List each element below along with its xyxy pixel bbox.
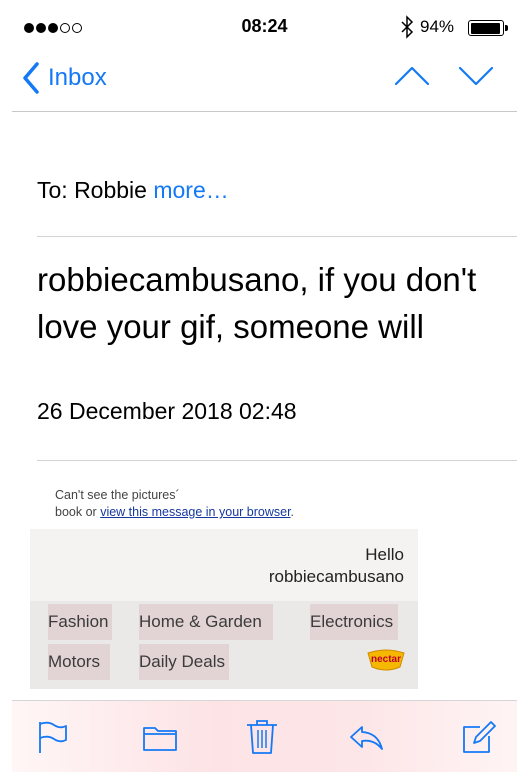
flag-icon[interactable] bbox=[36, 719, 72, 755]
reply-icon[interactable] bbox=[348, 719, 384, 755]
nectar-label: nectar bbox=[371, 654, 401, 665]
cant-see-line2-prefix: book or bbox=[55, 505, 97, 519]
folder-icon[interactable] bbox=[142, 719, 178, 755]
back-label: Inbox bbox=[48, 64, 107, 91]
category-label: Home & Garden bbox=[139, 612, 262, 631]
category-home-garden-link[interactable]: Home & Garden bbox=[139, 604, 273, 640]
next-message-chevron-down-icon[interactable] bbox=[458, 64, 494, 88]
battery-percent: 94% bbox=[420, 17, 455, 36]
greeting-box: Hello robbiecambusano bbox=[30, 529, 418, 601]
bottom-toolbar bbox=[12, 700, 517, 772]
category-motors-link[interactable]: Motors bbox=[48, 644, 110, 680]
more-recipients-link[interactable]: more… bbox=[153, 177, 228, 203]
email-subject: robbiecambusano, if you don't love your … bbox=[37, 261, 477, 345]
cant-see-line1: Can't see the pictures bbox=[55, 488, 176, 502]
chevron-left-icon bbox=[23, 62, 39, 94]
category-label: Electronics bbox=[310, 612, 394, 631]
battery-fill bbox=[470, 22, 500, 34]
divider bbox=[37, 236, 517, 237]
compose-icon[interactable] bbox=[460, 719, 496, 755]
category-fashion-link[interactable]: Fashion bbox=[48, 604, 112, 640]
back-to-inbox-button[interactable]: Inbox bbox=[22, 62, 107, 94]
category-label: Fashion bbox=[48, 612, 109, 631]
previous-message-chevron-up-icon[interactable] bbox=[394, 64, 430, 88]
recipient-line: To: Robbie more… bbox=[37, 177, 229, 204]
greeting-hello: Hello bbox=[365, 545, 404, 564]
category-daily-deals-link[interactable]: Daily Deals bbox=[139, 644, 229, 680]
category-electronics-link[interactable]: Electronics bbox=[310, 604, 398, 640]
cant-see-pictures-notice: Can't see the pictures´ book or view thi… bbox=[55, 488, 295, 519]
email-date: 26 December 2018 02:48 bbox=[37, 398, 297, 424]
category-label: Daily Deals bbox=[139, 652, 225, 671]
navigation-bar: Inbox bbox=[12, 46, 517, 112]
nectar-logo[interactable]: nectar bbox=[366, 647, 406, 673]
cant-see-suffix: . bbox=[290, 505, 295, 519]
category-label: Motors bbox=[48, 652, 100, 671]
greeting-username: robbiecambusano bbox=[268, 567, 404, 586]
bluetooth-icon bbox=[401, 15, 414, 39]
trash-icon[interactable] bbox=[244, 719, 280, 755]
email-content-panel: Hello robbiecambusano Fashion Home & Gar… bbox=[30, 529, 418, 689]
divider bbox=[37, 460, 517, 461]
status-bar: 08:24 94% bbox=[12, 10, 517, 46]
view-in-browser-link[interactable]: view this message in your browser bbox=[100, 505, 290, 519]
greeting: Hello robbiecambusano bbox=[269, 544, 404, 588]
battery-nub bbox=[505, 25, 508, 31]
battery-icon bbox=[468, 20, 504, 36]
recipient-label: To: Robbie bbox=[37, 177, 147, 203]
